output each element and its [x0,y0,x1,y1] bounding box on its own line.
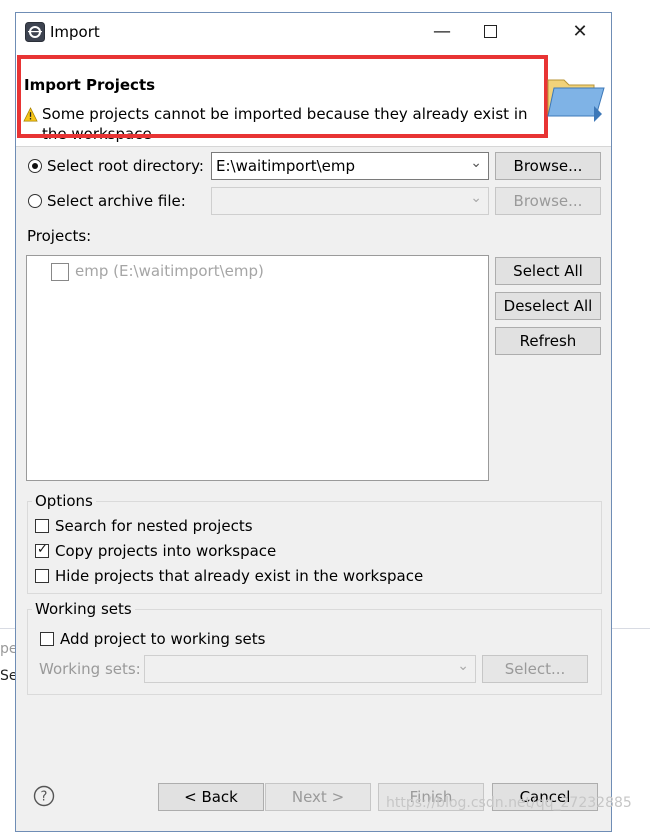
project-label: emp (E:\waitimport\emp) [75,262,264,280]
chevron-down-icon[interactable]: ⌄ [457,658,469,674]
project-checkbox[interactable] [51,263,69,281]
eclipse-app-icon [25,22,45,42]
list-item[interactable]: emp (E:\waitimport\emp) [51,260,471,282]
import-folder-icon [547,79,605,122]
minimize-button[interactable]: — [418,13,466,50]
nested-projects-label: Search for nested projects [55,517,253,535]
close-icon: ✕ [572,21,588,42]
browse-directory-button[interactable]: Browse... [495,152,601,180]
chevron-down-icon[interactable]: ⌄ [470,155,482,171]
refresh-button[interactable]: Refresh [495,327,601,355]
projects-tree[interactable]: emp (E:\waitimport\emp) [26,255,489,481]
archive-file-radio[interactable] [28,194,42,208]
working-sets-group-label: Working sets [32,600,135,618]
next-label: Next > [291,788,345,806]
archive-file-label: Select archive file: [47,192,186,210]
copy-projects-label: Copy projects into workspace [55,542,277,560]
wizard-header: Import Projects Some projects cannot be … [16,50,611,147]
root-directory-combo[interactable]: E:\waitimport\emp ⌄ [211,152,489,180]
svg-text:?: ? [41,790,48,805]
watermark-text: https://blog.csdn.net/qq_27232885 [386,795,632,811]
nested-projects-checkbox[interactable] [35,519,49,533]
add-working-set-label: Add project to working sets [60,630,266,648]
import-dialog: Import — ✕ Import Projects Some projects… [15,12,612,832]
browse-archive-label: Browse... [513,192,583,210]
chevron-down-icon[interactable]: ⌄ [470,190,482,206]
refresh-label: Refresh [519,332,577,350]
deselect-all-button[interactable]: Deselect All [495,292,601,320]
root-directory-label: Select root directory: [47,157,204,175]
deselect-all-label: Deselect All [503,297,593,315]
working-sets-combo[interactable]: ⌄ [144,655,476,683]
next-button[interactable]: Next > [265,783,371,811]
maximize-button[interactable] [466,13,514,50]
hide-existing-label: Hide projects that already exist in the … [55,567,424,585]
highlight-annotation [17,55,548,138]
maximize-icon [483,25,497,38]
root-directory-radio[interactable] [28,159,42,173]
select-working-sets-button[interactable]: Select... [482,655,588,683]
close-button[interactable]: ✕ [556,13,604,50]
options-group-label: Options [32,492,96,510]
select-all-button[interactable]: Select All [495,257,601,285]
window-title: Import [50,23,100,41]
projects-label: Projects: [27,227,92,245]
archive-file-combo[interactable]: ⌄ [211,187,489,215]
back-label: < Back [184,788,238,806]
select-working-sets-label: Select... [504,660,566,678]
back-button[interactable]: < Back [158,783,264,811]
title-bar[interactable]: Import — ✕ [16,13,611,50]
minimize-icon: — [433,21,451,42]
add-working-set-checkbox[interactable] [40,632,54,646]
browse-directory-label: Browse... [513,157,583,175]
browse-archive-button[interactable]: Browse... [495,187,601,215]
hide-existing-checkbox[interactable] [35,569,49,583]
help-icon[interactable]: ? [33,785,55,807]
root-directory-value: E:\waitimport\emp [216,157,356,175]
working-sets-label: Working sets: [39,660,141,678]
copy-projects-checkbox[interactable] [35,542,49,558]
select-all-label: Select All [513,262,583,280]
